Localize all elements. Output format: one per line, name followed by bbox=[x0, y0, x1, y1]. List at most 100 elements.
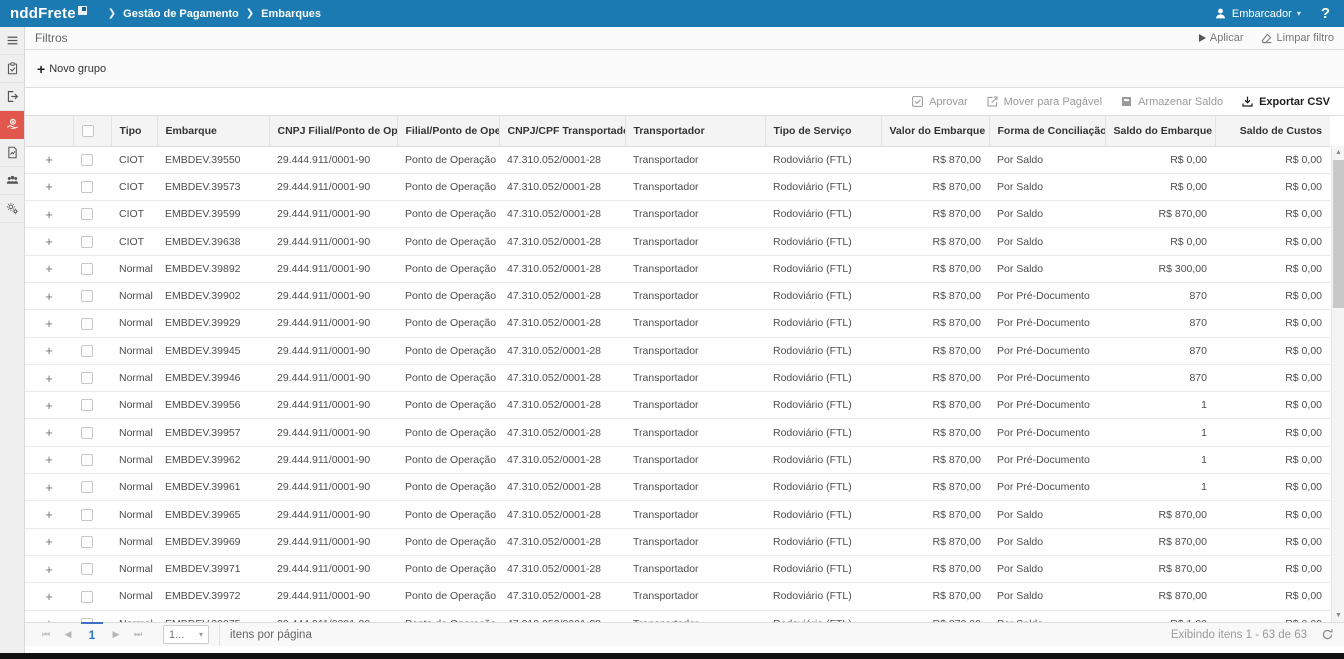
user-menu-button[interactable]: Embarcador ▾ bbox=[1214, 7, 1301, 20]
header-cnpj-transportador[interactable]: CNPJ/CPF Transportador bbox=[499, 116, 625, 146]
table-row: +CIOTEMBDEV.3955029.444.911/0001-90Ponto… bbox=[25, 146, 1330, 173]
clear-filter-label: Limpar filtro bbox=[1277, 32, 1334, 44]
header-saldo-embarque[interactable]: Saldo do Embarque bbox=[1105, 116, 1215, 146]
sidebar-item-usuarios[interactable] bbox=[0, 167, 24, 195]
prev-page-button[interactable]: ◀ bbox=[57, 629, 79, 640]
row-checkbox[interactable] bbox=[81, 427, 93, 439]
sidebar-menu-toggle[interactable] bbox=[0, 27, 24, 55]
row-checkbox[interactable] bbox=[81, 236, 93, 248]
header-forma-conciliacao[interactable]: Forma de Conciliação bbox=[989, 116, 1105, 146]
header-tipo-servico[interactable]: Tipo de Serviço bbox=[765, 116, 881, 146]
store-balance-button[interactable]: Armazenar Saldo bbox=[1120, 95, 1223, 108]
scrollbar-thumb[interactable] bbox=[1333, 160, 1344, 308]
table-row: +NormalEMBDEV.3996529.444.911/0001-90Pon… bbox=[25, 501, 1330, 528]
header-select-all bbox=[73, 116, 111, 146]
row-checkbox[interactable] bbox=[81, 481, 93, 493]
row-checkbox[interactable] bbox=[81, 399, 93, 411]
row-checkbox[interactable] bbox=[81, 454, 93, 466]
sidebar-item-documentos[interactable] bbox=[0, 139, 24, 167]
help-button[interactable]: ? bbox=[1315, 5, 1336, 22]
select-all-checkbox[interactable] bbox=[82, 125, 94, 137]
cell-transportador: Transportador bbox=[625, 610, 765, 622]
expand-row-button[interactable]: + bbox=[45, 452, 53, 467]
row-checkbox[interactable] bbox=[81, 208, 93, 220]
cell-conciliacao: Por Pré-Documento bbox=[989, 364, 1105, 391]
scroll-down-arrow-icon[interactable]: ▼ bbox=[1332, 609, 1344, 622]
expand-row-button[interactable]: + bbox=[45, 289, 53, 304]
expand-row-button[interactable]: + bbox=[45, 480, 53, 495]
cell-tipo_servico: Rodoviário (FTL) bbox=[765, 228, 881, 255]
export-csv-button[interactable]: Exportar CSV bbox=[1241, 95, 1330, 108]
row-checkbox[interactable] bbox=[81, 536, 93, 548]
cell-tipo: Normal bbox=[111, 446, 157, 473]
cell-embarque: EMBDEV.39945 bbox=[157, 337, 269, 364]
row-checkbox[interactable] bbox=[81, 318, 93, 330]
expand-row-button[interactable]: + bbox=[45, 152, 53, 167]
expand-row-button[interactable]: + bbox=[45, 179, 53, 194]
expand-row-button[interactable]: + bbox=[45, 616, 53, 622]
expand-row-button[interactable]: + bbox=[45, 343, 53, 358]
row-checkbox[interactable] bbox=[81, 154, 93, 166]
cell-tipo_servico: Rodoviário (FTL) bbox=[765, 173, 881, 200]
export-csv-label: Exportar CSV bbox=[1259, 96, 1330, 108]
header-saldo-custos[interactable]: Saldo de Custos bbox=[1215, 116, 1330, 146]
row-checkbox[interactable] bbox=[81, 372, 93, 384]
new-group-button[interactable]: + Novo grupo bbox=[37, 61, 106, 77]
breadcrumb-embarques[interactable]: Embarques bbox=[261, 8, 321, 20]
approve-button[interactable]: Aprovar bbox=[911, 95, 968, 108]
clear-filter-button[interactable]: Limpar filtro bbox=[1260, 32, 1334, 45]
expand-row-button[interactable]: + bbox=[45, 589, 53, 604]
cell-tipo: Normal bbox=[111, 310, 157, 337]
table-row: +NormalEMBDEV.3990229.444.911/0001-90Pon… bbox=[25, 282, 1330, 309]
cell-filial: Ponto de Operação bbox=[397, 228, 499, 255]
row-checkbox[interactable] bbox=[81, 591, 93, 603]
cell-transportador: Transportador bbox=[625, 528, 765, 555]
expand-row-button[interactable]: + bbox=[45, 398, 53, 413]
row-checkbox[interactable] bbox=[81, 345, 93, 357]
sidebar-item-gestao-pagamento[interactable] bbox=[0, 111, 24, 139]
cell-cnpj_filial: 29.444.911/0001-90 bbox=[269, 474, 397, 501]
cell-embarque: EMBDEV.39929 bbox=[157, 310, 269, 337]
expand-row-button[interactable]: + bbox=[45, 562, 53, 577]
cell-transportador: Transportador bbox=[625, 146, 765, 173]
vertical-scrollbar[interactable]: ▲ ▼ bbox=[1331, 146, 1344, 622]
header-embarque[interactable]: Embarque bbox=[157, 116, 269, 146]
expand-row-button[interactable]: + bbox=[45, 234, 53, 249]
cell-embarque: EMBDEV.39971 bbox=[157, 555, 269, 582]
cell-saldo_custos: R$ 0,00 bbox=[1215, 474, 1330, 501]
expand-row-button[interactable]: + bbox=[45, 371, 53, 386]
row-checkbox[interactable] bbox=[81, 509, 93, 521]
expand-row-button[interactable]: + bbox=[45, 261, 53, 276]
refresh-icon[interactable] bbox=[1321, 628, 1334, 641]
cell-transportador: Transportador bbox=[625, 173, 765, 200]
last-page-button[interactable]: ⏭ bbox=[127, 629, 149, 640]
header-expand bbox=[25, 116, 73, 146]
page-size-select[interactable]: 1... ▾ bbox=[163, 625, 209, 644]
expand-row-button[interactable]: + bbox=[45, 425, 53, 440]
expand-row-button[interactable]: + bbox=[45, 507, 53, 522]
expand-row-button[interactable]: + bbox=[45, 534, 53, 549]
apply-filter-button[interactable]: Aplicar bbox=[1199, 32, 1244, 45]
header-valor-embarque[interactable]: Valor do Embarque bbox=[881, 116, 989, 146]
header-filial[interactable]: Filial/Ponto de Operação bbox=[397, 116, 499, 146]
next-page-button[interactable]: ▶ bbox=[105, 629, 127, 640]
first-page-button[interactable]: ⏮ bbox=[35, 629, 57, 640]
row-checkbox[interactable] bbox=[81, 290, 93, 302]
row-checkbox[interactable] bbox=[81, 181, 93, 193]
sidebar-item-contratos[interactable] bbox=[0, 55, 24, 83]
row-checkbox[interactable] bbox=[81, 263, 93, 275]
header-tipo[interactable]: Tipo bbox=[111, 116, 157, 146]
expand-row-button[interactable]: + bbox=[45, 316, 53, 331]
move-to-payable-button[interactable]: Mover para Pagável bbox=[986, 95, 1102, 108]
page-number-button[interactable]: 1 bbox=[79, 628, 105, 642]
scroll-up-arrow-icon[interactable]: ▲ bbox=[1332, 146, 1344, 159]
sidebar-item-saida[interactable] bbox=[0, 83, 24, 111]
header-transportador[interactable]: Transportador bbox=[625, 116, 765, 146]
header-cnpj-filial[interactable]: CNPJ Filial/Ponto de Operação bbox=[269, 116, 397, 146]
row-checkbox[interactable] bbox=[81, 563, 93, 575]
cell-embarque: EMBDEV.39892 bbox=[157, 255, 269, 282]
cell-valor: R$ 870,00 bbox=[881, 282, 989, 309]
expand-row-button[interactable]: + bbox=[45, 207, 53, 222]
breadcrumb-gestao-de-pagamento[interactable]: Gestão de Pagamento bbox=[123, 8, 239, 20]
sidebar-item-configuracoes[interactable] bbox=[0, 195, 24, 223]
